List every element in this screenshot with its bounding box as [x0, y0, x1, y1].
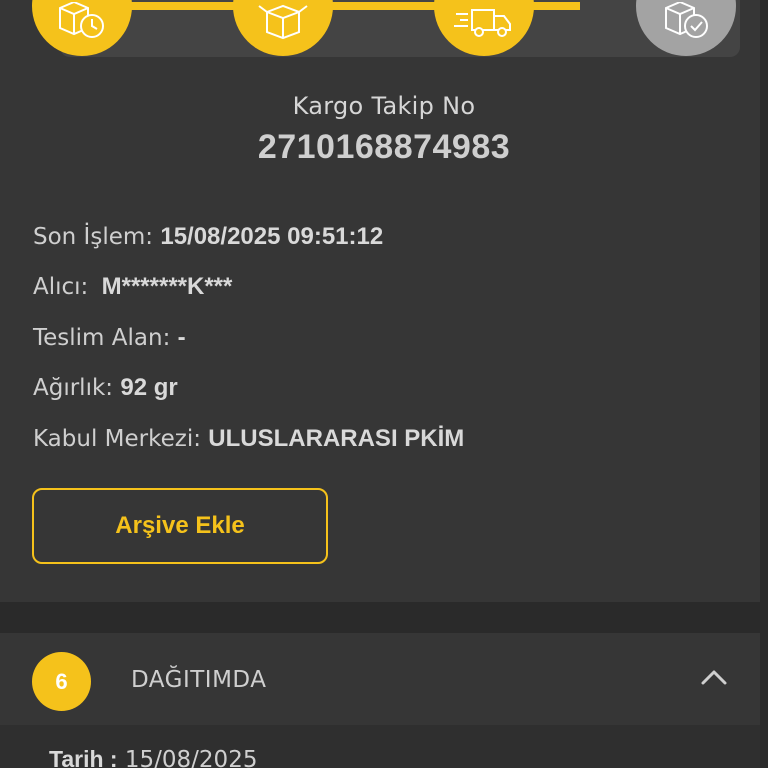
recipient-row: Alıcı: M*******K*** [33, 273, 232, 301]
add-to-archive-button[interactable]: Arşive Ekle [32, 488, 328, 564]
box-clock-icon [59, 2, 104, 38]
status-date-row: Tarih : 15/08/2025 [49, 746, 257, 768]
chevron-up-icon[interactable] [700, 668, 728, 686]
tracking-number-label: Kargo Takip No [292, 92, 476, 120]
weight-row: Ağırlık: 92 gr [33, 374, 178, 402]
status-date-value: 15/08/2025 [124, 747, 258, 768]
scrollbar-gutter [760, 0, 768, 768]
last-action-row: Son İşlem: 15/08/2025 09:51:12 [33, 223, 383, 251]
status-section: 6 DAĞITIMDA Tarih : 15/08/2025 [0, 633, 760, 768]
status-accordion-header[interactable]: 6 DAĞITIMDA [0, 633, 760, 729]
last-action-value: 15/08/2025 09:51:12 [160, 223, 384, 250]
recipient-value: M*******K*** [101, 273, 233, 300]
acceptance-center-value: ULUSLARARASI PKİM [208, 425, 465, 452]
box-check-icon [665, 2, 708, 38]
tracking-card: Kargo Takip No 2710168874983 Son İşlem: … [0, 0, 760, 602]
received-by-row: Teslim Alan: - [33, 324, 186, 352]
delivery-truck-icon [454, 9, 511, 37]
tracking-number: 2710168874983 [257, 128, 511, 166]
open-box-icon [258, 4, 308, 40]
last-action-label: Son İşlem: [33, 224, 154, 250]
status-date-label: Tarih : [49, 746, 118, 768]
weight-label: Ağırlık: [33, 375, 114, 401]
status-step-badge: 6 [32, 652, 91, 711]
received-by-label: Teslim Alan: [33, 325, 171, 351]
acceptance-center-row: Kabul Merkezi: ULUSLARARASI PKİM [33, 425, 464, 453]
acceptance-center-label: Kabul Merkezi: [33, 426, 201, 452]
received-by-value: - [177, 324, 186, 351]
weight-value: 92 gr [120, 374, 178, 401]
shipment-tracking-screen: Kargo Takip No 2710168874983 Son İşlem: … [0, 0, 768, 768]
recipient-label: Alıcı: [33, 274, 89, 300]
status-title: DAĞITIMDA [131, 667, 267, 693]
